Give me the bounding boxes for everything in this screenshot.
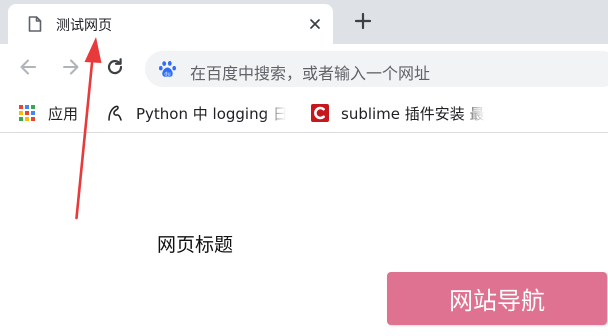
plus-icon <box>354 12 372 34</box>
baidu-paw-icon: du <box>158 59 178 79</box>
forward-button[interactable] <box>57 55 85 83</box>
reload-icon <box>105 57 125 81</box>
bookmark-python-logging[interactable]: Python 中 logging 日 <box>106 102 286 124</box>
apps-grid-icon <box>18 104 36 122</box>
arrow-right-icon <box>61 57 81 81</box>
tab-title: 测试网页 <box>56 18 112 34</box>
browser-window: 测试网页 du 在百度中搜索，或者输入一个网址 应用 Python 中 logg… <box>0 0 608 336</box>
bookmark-apps[interactable]: 应用 <box>18 102 78 124</box>
bookmark-label: Python 中 logging 日 <box>136 104 286 123</box>
browser-toolbar: du 在百度中搜索，或者输入一个网址 <box>0 44 608 94</box>
bookmark-label: sublime 插件安装 最 <box>341 104 485 123</box>
document-icon <box>28 16 42 32</box>
site-nav-button[interactable]: 网站导航 <box>387 272 607 325</box>
bookmarks-bar: 应用 Python 中 logging 日 sublime 插件安装 最 <box>0 94 608 133</box>
svg-text:du: du <box>164 71 170 77</box>
arrow-left-icon <box>18 57 38 81</box>
bookmark-label: 应用 <box>48 104 79 123</box>
address-bar-placeholder: 在百度中搜索，或者输入一个网址 <box>190 64 431 83</box>
bookmark-sublime-plugin[interactable]: sublime 插件安装 最 <box>311 102 485 124</box>
tab-strip: 测试网页 <box>0 0 608 44</box>
csdn-c-icon <box>311 104 329 122</box>
reload-button[interactable] <box>101 55 129 83</box>
close-icon[interactable] <box>305 14 325 34</box>
new-tab-button[interactable] <box>350 10 376 36</box>
address-bar[interactable]: du 在百度中搜索，或者输入一个网址 <box>145 51 608 87</box>
python-logo-icon <box>106 104 124 122</box>
back-button[interactable] <box>14 55 42 83</box>
tab-active[interactable]: 测试网页 <box>8 4 333 44</box>
page-content: 网页标题 网站导航 <box>0 133 608 336</box>
page-title: 网页标题 <box>157 234 234 256</box>
